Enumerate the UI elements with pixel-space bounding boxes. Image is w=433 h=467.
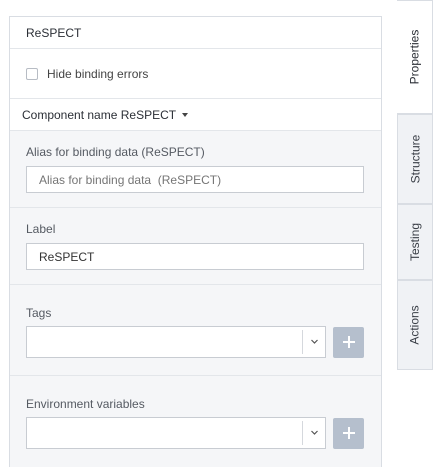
tab-structure[interactable]: Structure: [397, 114, 433, 204]
tab-testing-label: Testing: [408, 222, 422, 262]
env-label: Environment variables: [26, 397, 145, 411]
tags-section: Tags: [10, 285, 381, 376]
label-section: Label: [10, 208, 381, 285]
add-tag-button[interactable]: [333, 326, 364, 358]
caret-down-icon: [182, 112, 189, 117]
hide-binding-errors-checkbox[interactable]: [26, 67, 38, 80]
tab-testing[interactable]: Testing: [397, 204, 433, 280]
chevron-down-icon: [311, 430, 318, 435]
env-section: Environment variables: [10, 376, 381, 467]
side-tabs: Properties Structure Testing Actions: [397, 0, 433, 467]
component-name-label: Component name ReSPECT: [22, 107, 177, 122]
tags-select[interactable]: [26, 326, 326, 358]
chevron-down-icon: [311, 339, 318, 344]
label-field-label: Label: [26, 222, 56, 236]
tab-actions[interactable]: Actions: [397, 280, 433, 370]
alias-section: Alias for binding data (ReSPECT): [10, 131, 381, 208]
properties-panel: ReSPECT Hide binding errors Component na…: [9, 16, 382, 467]
add-env-variable-button[interactable]: [333, 417, 364, 449]
select-divider: [302, 330, 303, 354]
plus-icon: [342, 427, 355, 439]
select-divider: [302, 421, 303, 445]
tab-properties[interactable]: Properties: [397, 0, 433, 114]
env-select[interactable]: [26, 417, 326, 449]
tags-label: Tags: [26, 306, 52, 320]
label-input[interactable]: [26, 243, 364, 270]
component-name-dropdown[interactable]: Component name ReSPECT: [10, 99, 381, 131]
panel-title: ReSPECT: [10, 17, 381, 49]
tab-actions-label: Actions: [408, 305, 423, 345]
tab-structure-label: Structure: [408, 134, 422, 184]
hide-binding-errors-row[interactable]: Hide binding errors: [10, 49, 381, 99]
plus-icon: [342, 336, 355, 348]
tab-properties-label: Properties: [407, 29, 422, 85]
alias-label: Alias for binding data (ReSPECT): [26, 145, 205, 159]
hide-binding-errors-label: Hide binding errors: [47, 66, 149, 81]
alias-input[interactable]: [26, 166, 364, 193]
